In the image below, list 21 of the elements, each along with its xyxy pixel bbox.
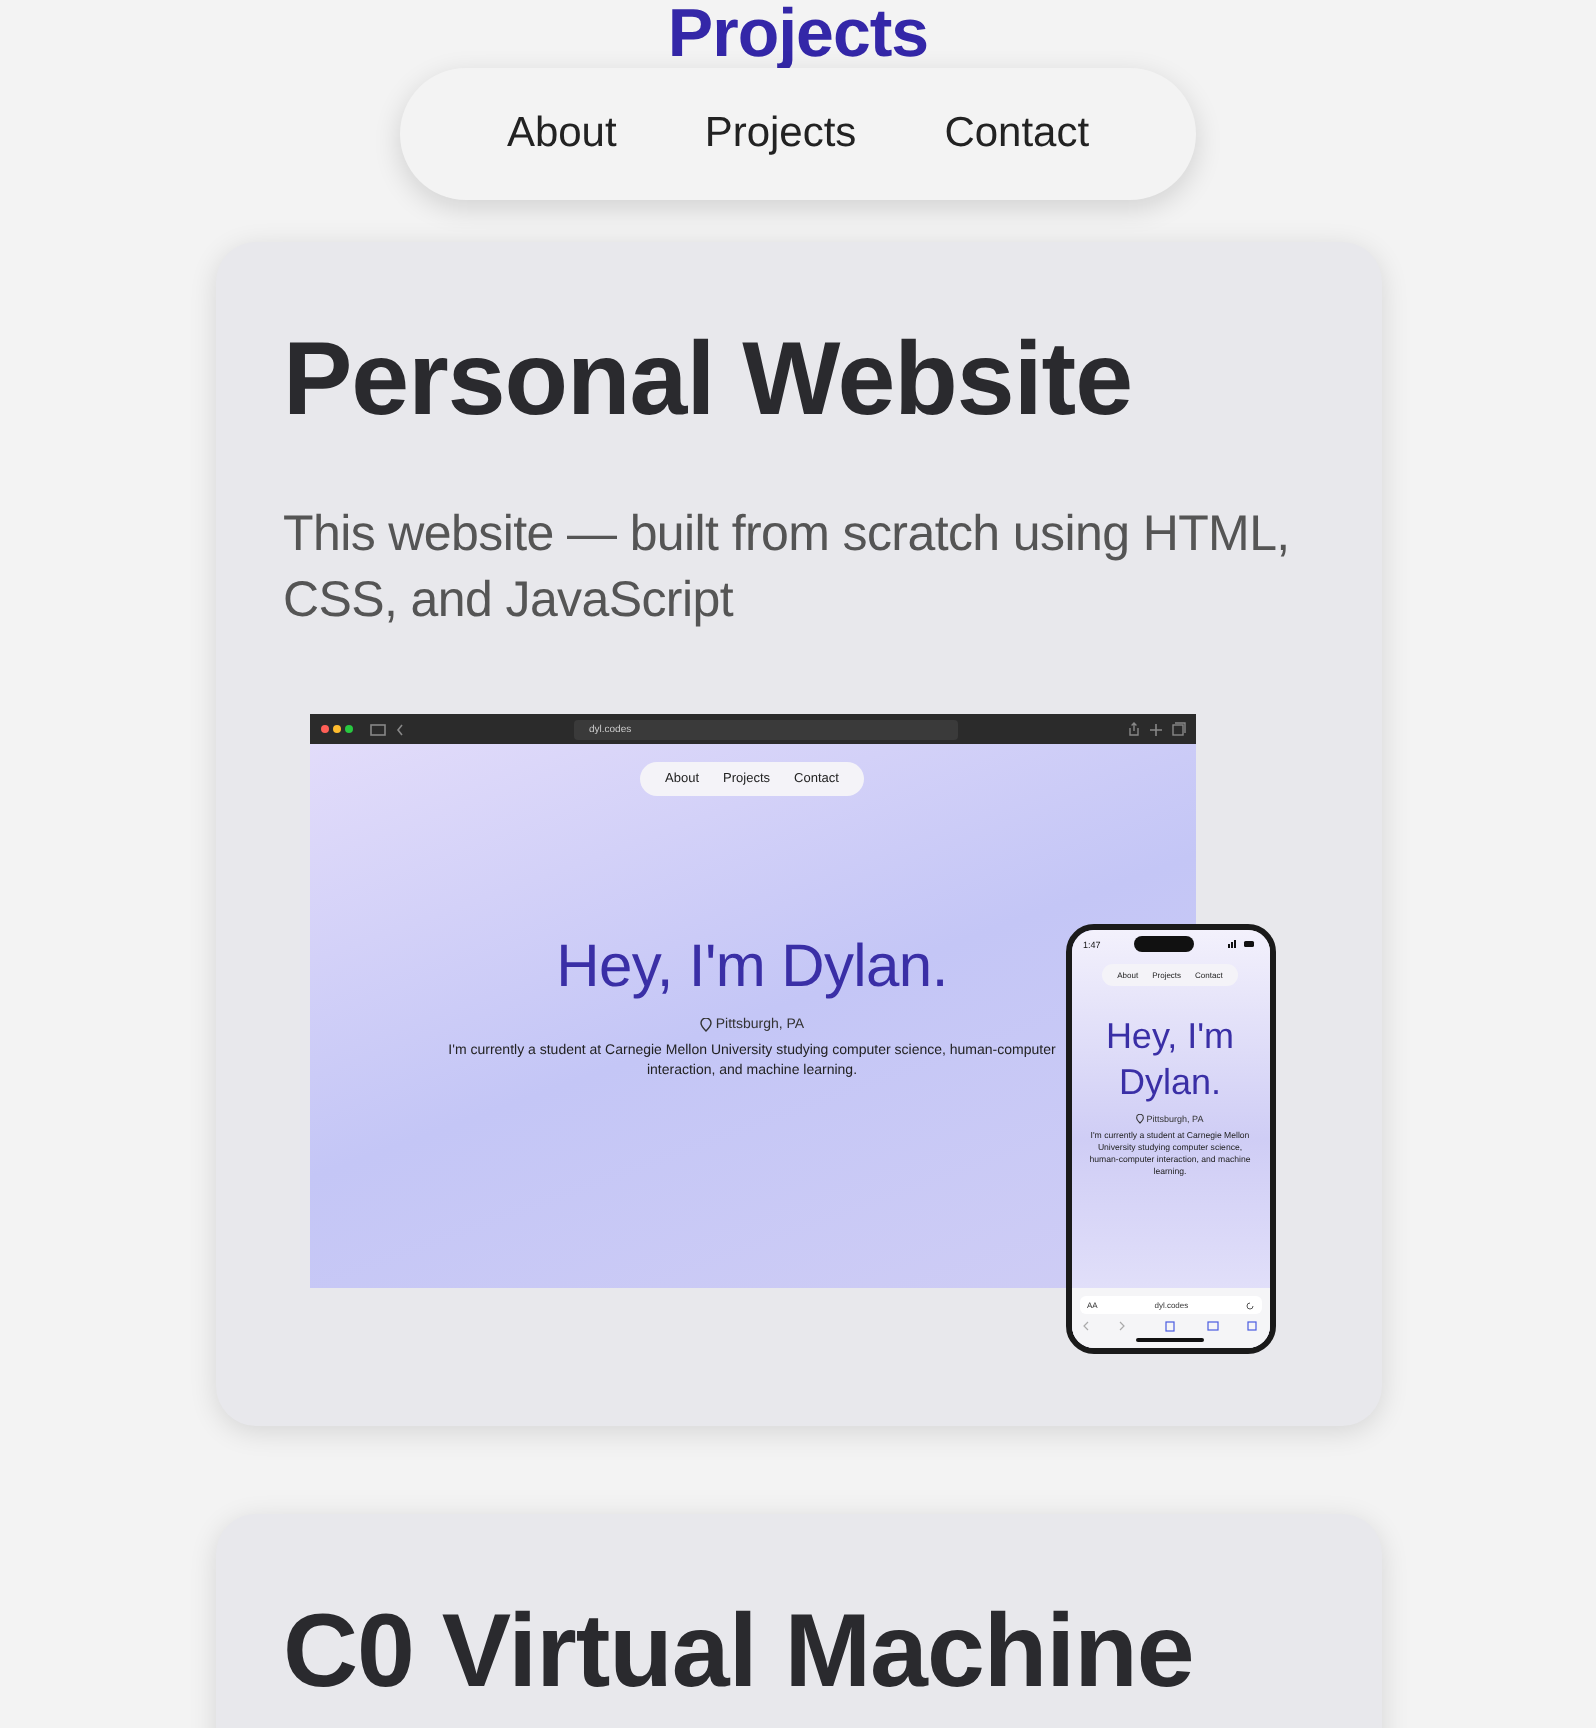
- status-icons-icon: [1228, 940, 1257, 949]
- preview-heading: Hey, I'm Dylan.: [556, 934, 948, 1003]
- location-pin-icon: [1136, 1114, 1145, 1125]
- nav-link[interactable]: Projects: [704, 110, 857, 158]
- back-icon: [395, 723, 403, 736]
- nav-link[interactable]: Contact: [944, 110, 1090, 158]
- project-title: C0 Virtual Machine: [283, 1592, 1196, 1715]
- page-heading: Projects: [665, 0, 931, 68]
- reload-icon: [1245, 1301, 1253, 1310]
- dynamic-island: [1134, 936, 1195, 953]
- project-description: This website — built from scratch using HTML, CSS, and JavaScript: [283, 504, 1292, 633]
- preview-heading: Hey, I'm Dylan.: [1103, 1014, 1237, 1107]
- share-icon: [1127, 722, 1139, 737]
- window-controls-icon: [319, 724, 359, 735]
- plus-icon: [1149, 723, 1161, 736]
- sidebar-icon: [369, 723, 385, 736]
- home-indicator: [1136, 1338, 1204, 1343]
- tabs-icon: [1171, 722, 1185, 737]
- location-pin-icon: [699, 1018, 712, 1033]
- nav-link[interactable]: About: [506, 110, 617, 158]
- project-title: Personal Website: [283, 320, 1135, 442]
